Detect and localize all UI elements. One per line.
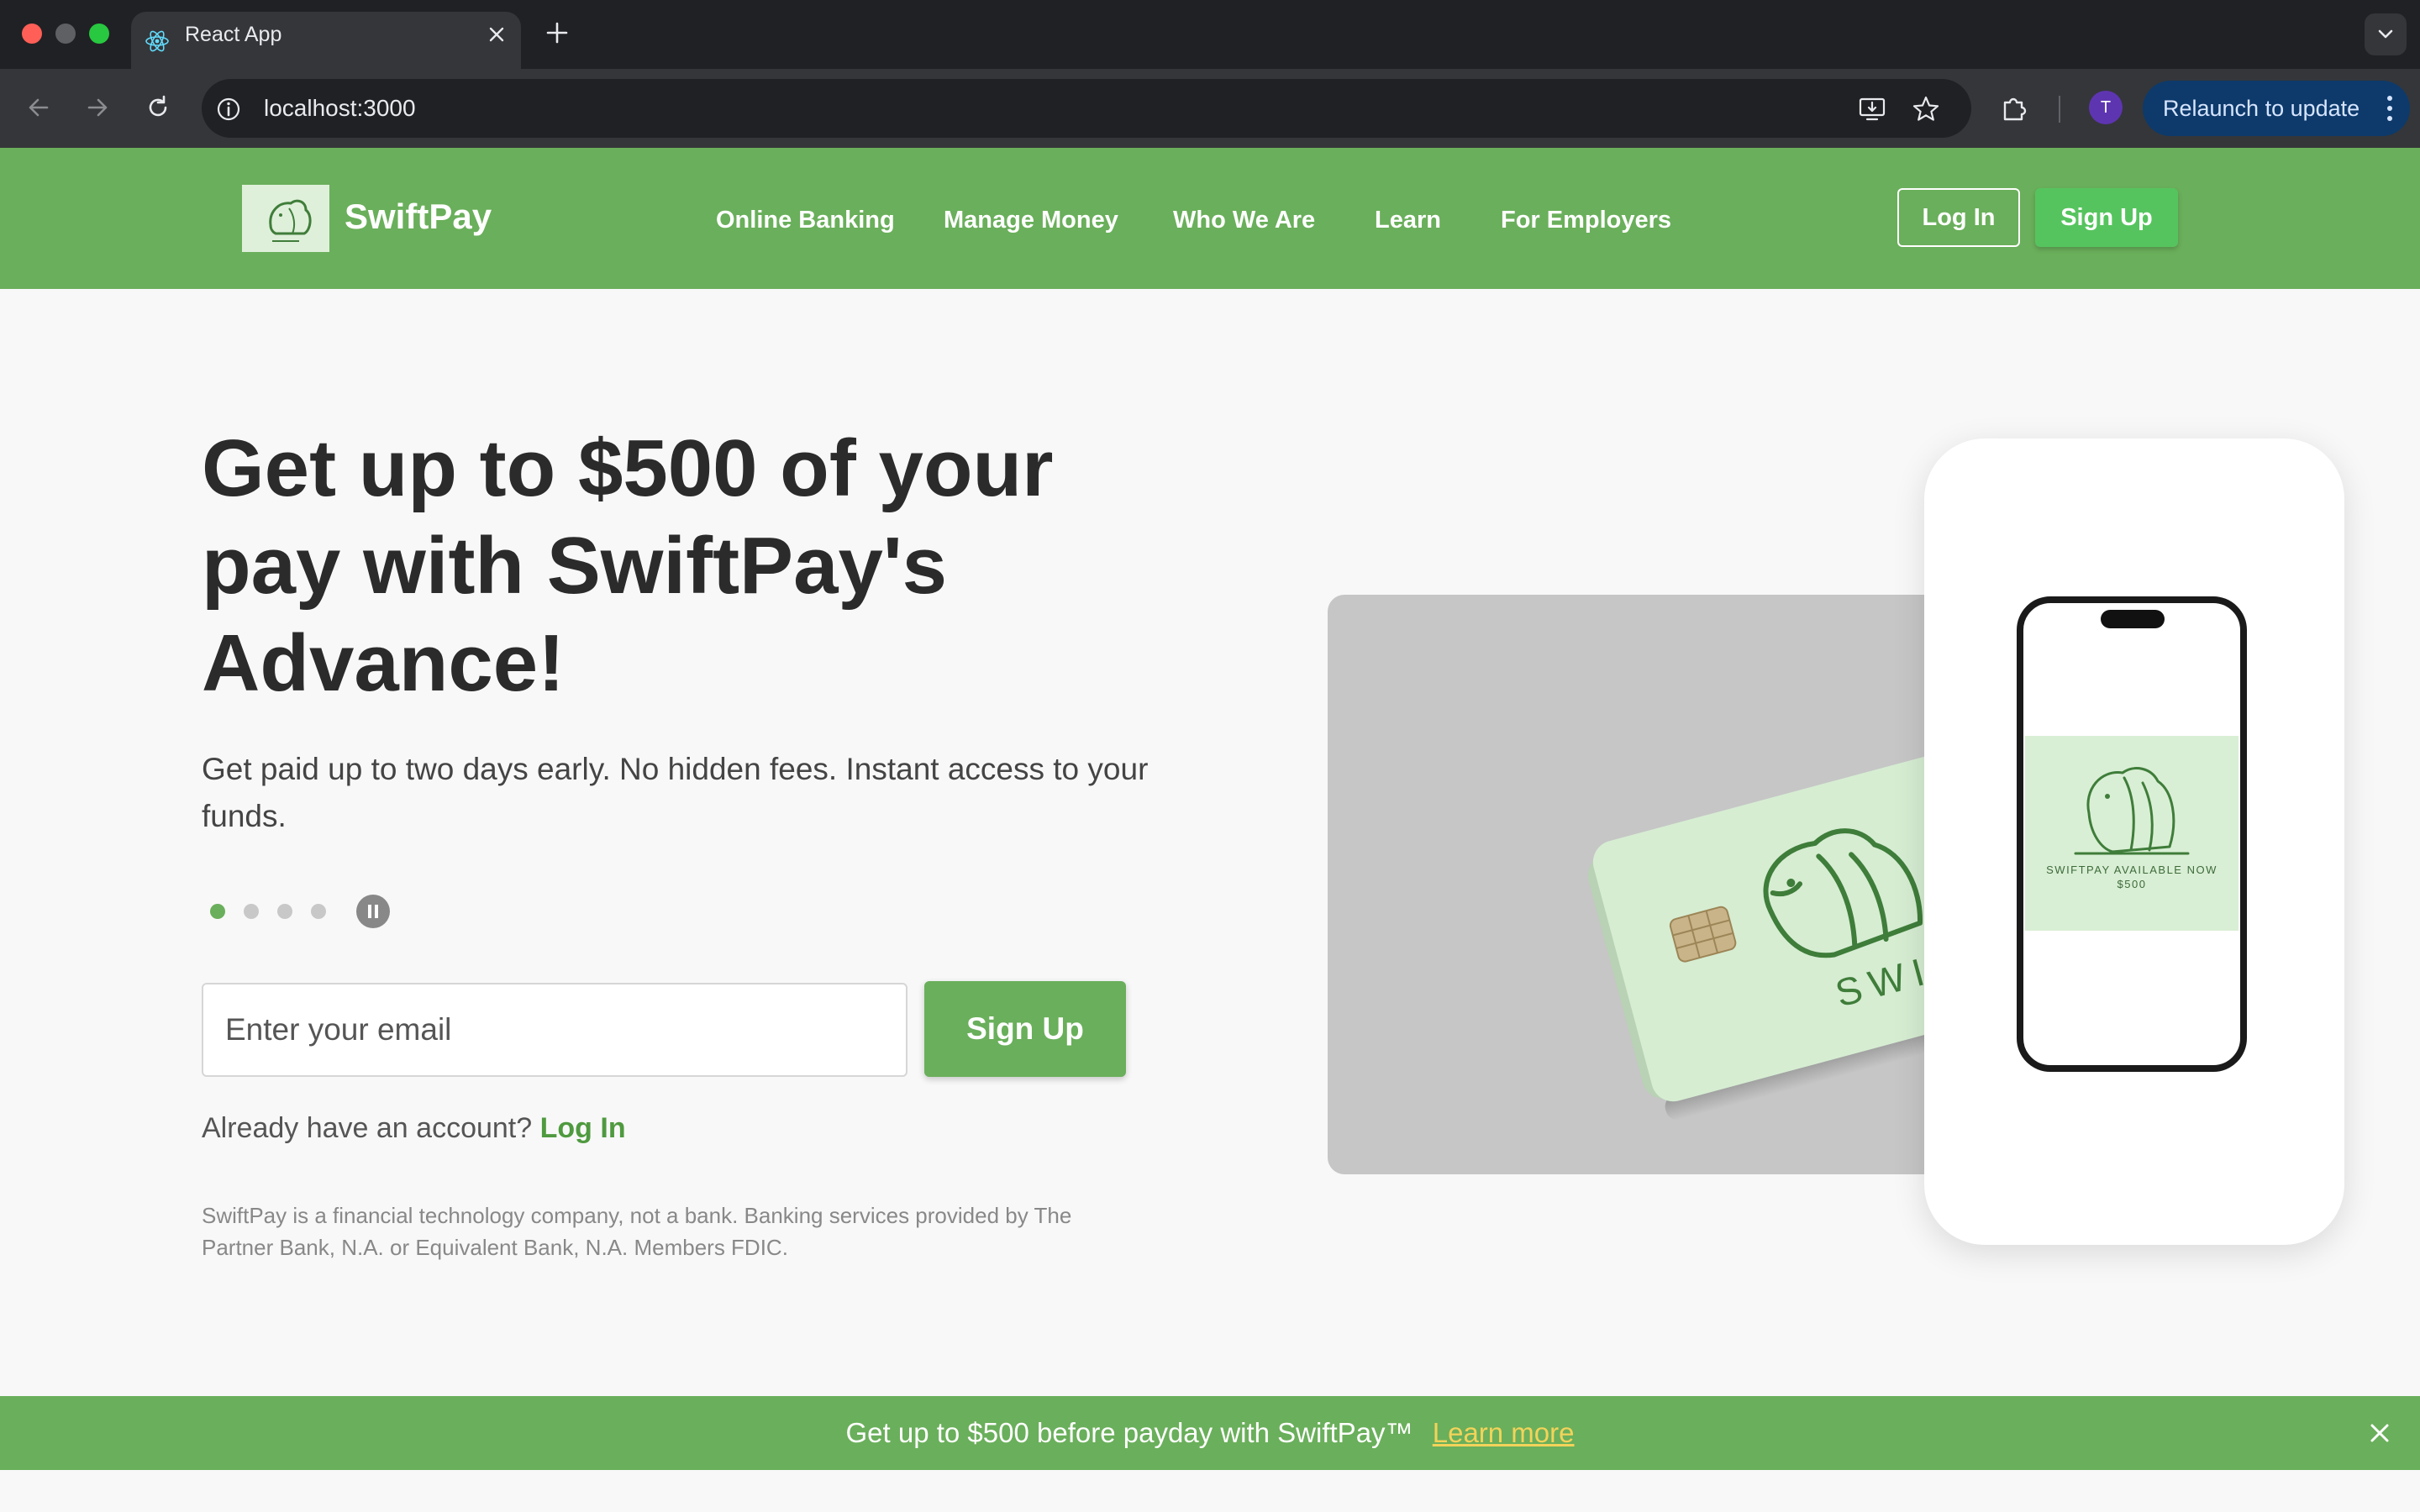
nav-who-we-are[interactable]: Who We Are bbox=[1173, 207, 1315, 234]
carousel-pause-button[interactable] bbox=[356, 895, 390, 928]
phone-caption: SWIFTPAY AVAILABLE NOW $500 bbox=[2025, 863, 2238, 891]
phone-screen-art bbox=[2025, 736, 2238, 931]
promo-banner: Get up to $500 before payday with SwiftP… bbox=[0, 1396, 2420, 1470]
account-prompt-row: Already have an account? Log In bbox=[202, 1112, 626, 1145]
relaunch-button[interactable]: Relaunch to update bbox=[2143, 81, 2410, 136]
tab-search-button[interactable] bbox=[2365, 13, 2407, 55]
debit-card-image: SWIFTPA bbox=[1587, 729, 2000, 1121]
forward-arrow-icon[interactable] bbox=[81, 91, 114, 124]
nav-for-employers[interactable]: For Employers bbox=[1501, 207, 1671, 234]
extensions-puzzle-icon[interactable] bbox=[1998, 92, 2030, 124]
carousel-dot-3[interactable] bbox=[277, 904, 292, 919]
phone-caption-line2: $500 bbox=[2117, 878, 2147, 890]
banner-text: Get up to $500 before payday with SwiftP… bbox=[845, 1417, 1413, 1448]
close-icon[interactable] bbox=[2366, 1420, 2393, 1446]
swiftpay-logo[interactable] bbox=[242, 185, 329, 252]
login-button[interactable]: Log In bbox=[1897, 188, 2020, 247]
back-arrow-icon[interactable] bbox=[22, 91, 55, 124]
site-header: SwiftPay Online Banking Manage Money Who… bbox=[0, 148, 2420, 289]
hero-login-link[interactable]: Log In bbox=[540, 1112, 626, 1144]
browser-tabbar: React App bbox=[0, 0, 2420, 69]
disclaimer: SwiftPay is a financial technology compa… bbox=[202, 1203, 1072, 1260]
reload-icon[interactable] bbox=[141, 91, 175, 124]
nav-learn[interactable]: Learn bbox=[1375, 207, 1441, 234]
phone-notch bbox=[2101, 610, 2165, 628]
more-vert-icon bbox=[2387, 96, 2392, 121]
url-text: localhost:3000 bbox=[264, 95, 416, 121]
react-icon bbox=[145, 30, 169, 52]
chevron-down-icon bbox=[2378, 29, 2393, 39]
address-bar[interactable]: localhost:3000 bbox=[202, 79, 1971, 138]
nav-online-banking[interactable]: Online Banking bbox=[716, 207, 895, 234]
phone-caption-line1: SWIFTPAY AVAILABLE NOW bbox=[2046, 864, 2217, 876]
carousel-dot-2[interactable] bbox=[244, 904, 259, 919]
hero-subtitle: Get paid up to two days early. No hidden… bbox=[202, 752, 1149, 833]
install-app-icon[interactable] bbox=[1857, 94, 1887, 124]
browser-tab[interactable]: React App bbox=[131, 12, 521, 69]
toolbar-divider bbox=[2059, 96, 2060, 123]
site-info-icon[interactable] bbox=[215, 96, 242, 123]
minimize-window-button[interactable] bbox=[55, 24, 76, 44]
banner-text-row: Get up to $500 before payday with SwiftP… bbox=[0, 1396, 2420, 1470]
close-window-button[interactable] bbox=[22, 24, 42, 44]
hero-title: Get up to $500 of your pay with SwiftPay… bbox=[202, 423, 1054, 708]
capybara-logo-icon bbox=[269, 199, 312, 242]
hero-signup-button[interactable]: Sign Up bbox=[924, 981, 1126, 1077]
carousel-dot-1[interactable] bbox=[210, 904, 225, 919]
banner-learn-more-link[interactable]: Learn more bbox=[1433, 1417, 1575, 1448]
email-input[interactable] bbox=[202, 983, 908, 1077]
carousel-dot-4[interactable] bbox=[311, 904, 326, 919]
tab-title: React App bbox=[185, 23, 282, 46]
capybara-icon bbox=[2074, 767, 2190, 855]
relaunch-label: Relaunch to update bbox=[2163, 96, 2360, 121]
nav-manage-money[interactable]: Manage Money bbox=[944, 207, 1118, 234]
new-tab-icon[interactable] bbox=[543, 18, 571, 47]
browser-toolbar: localhost:3000 T Relaunch to update bbox=[0, 69, 2420, 148]
bookmark-star-icon[interactable] bbox=[1911, 94, 1941, 124]
brand-name[interactable]: SwiftPay bbox=[345, 197, 492, 237]
close-tab-icon[interactable] bbox=[486, 24, 508, 45]
maximize-window-button[interactable] bbox=[89, 24, 109, 44]
card-illustration: SWIFTPA bbox=[1328, 595, 2000, 1174]
account-prompt: Already have an account? bbox=[202, 1112, 533, 1144]
signup-button[interactable]: Sign Up bbox=[2035, 188, 2178, 247]
profile-avatar[interactable]: T bbox=[2089, 91, 2123, 124]
